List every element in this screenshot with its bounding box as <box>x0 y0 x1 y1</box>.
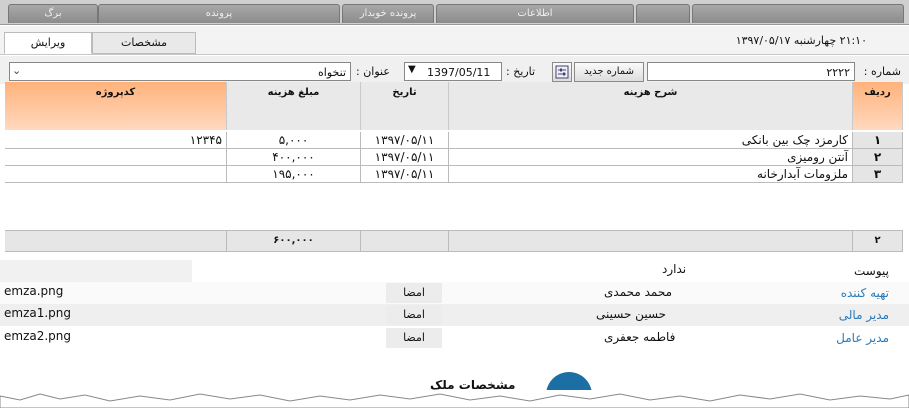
table-cell-description[interactable]: ملزومات آبدارخانه <box>449 166 853 183</box>
info-strip <box>0 260 192 282</box>
preparer-signature-file[interactable]: emza.png <box>4 284 63 298</box>
table-cell-amount[interactable]: ۵,۰۰۰ <box>227 132 361 149</box>
column-header-amount[interactable]: مبلغ هزینه <box>227 82 361 130</box>
footer-total-amount: ۶۰۰,۰۰۰ <box>227 231 361 251</box>
preparer-name: محمد محمدی <box>604 285 673 299</box>
top-tab-barg[interactable]: برگ <box>8 4 98 23</box>
date-dropdown-chevron-icon[interactable]: ▼ <box>408 64 416 75</box>
table-cell-description[interactable]: کارمزد چک بین بانکی <box>449 132 853 149</box>
date-input[interactable]: 1397/05/11 <box>404 62 502 81</box>
finance-manager-name: حسین حسینی <box>596 307 667 321</box>
torn-edge-bottom <box>0 390 909 408</box>
top-tab-parvande-khodro[interactable]: پرونده خوبدار <box>342 4 434 23</box>
finance-sign-label: امضا <box>386 305 442 325</box>
footer-row-count: ۲ <box>853 231 903 251</box>
footer-cell-project <box>5 231 227 251</box>
table-cell-description[interactable]: آنتن رومیزی <box>449 149 853 166</box>
attachment-value: ندارد <box>662 262 687 276</box>
table-row-number[interactable]: ۳ <box>853 166 903 183</box>
table-cell-amount[interactable]: ۱۹۵,۰۰۰ <box>227 166 361 183</box>
title-label: عنوان : <box>356 65 390 78</box>
column-header-date[interactable]: تاریخ <box>361 82 449 130</box>
footer-cell-description <box>449 231 853 251</box>
table-cell-amount[interactable]: ۴۰۰,۰۰۰ <box>227 149 361 166</box>
date-value: 1397/05/11 <box>427 66 491 79</box>
top-tab-empty-1[interactable] <box>636 4 690 23</box>
preparer-sign-label: امضا <box>386 283 442 303</box>
table-row-number[interactable]: ۱ <box>853 132 903 149</box>
finance-manager-label[interactable]: مدیر مالی <box>839 308 889 322</box>
column-header-project-code[interactable]: کدپروژه <box>5 82 227 130</box>
title-select[interactable]: تنخواه <box>9 62 351 81</box>
new-number-button[interactable]: شماره جدید <box>574 62 644 82</box>
number-settings-button[interactable] <box>552 62 572 82</box>
table-row-number[interactable]: ۲ <box>853 149 903 166</box>
ceo-name: فاطمه جعفری <box>604 330 676 344</box>
footer-cell-date <box>361 231 449 251</box>
table-cell-project-code[interactable] <box>5 149 227 166</box>
finance-row <box>0 304 909 326</box>
attachment-label: پیوست <box>854 264 889 278</box>
table-cell-project-code[interactable] <box>5 166 227 183</box>
tab-specs[interactable]: مشخصات <box>92 32 196 54</box>
title-select-chevron-icon[interactable]: ⌄ <box>12 64 21 77</box>
top-tab-parvande[interactable]: پرونده <box>98 4 340 23</box>
ceo-signature-file[interactable]: emza2.png <box>4 329 71 343</box>
window: برگ پرونده پرونده خوبدار اطلاعات ویرایش … <box>0 0 909 408</box>
preparer-row <box>0 282 909 304</box>
tab-edit[interactable]: ویرایش <box>4 32 92 54</box>
number-input[interactable]: ۲۲۲۲ <box>647 62 855 81</box>
table-cell-date[interactable]: ۱۳۹۷/۰۵/۱۱ <box>361 149 449 166</box>
column-header-row[interactable]: ردیف <box>853 82 903 130</box>
number-label: شماره : <box>863 65 901 78</box>
top-tab-empty-2[interactable] <box>692 4 904 23</box>
ceo-sign-label: امضا <box>386 328 442 348</box>
settings-icon <box>555 65 569 79</box>
ceo-label[interactable]: مدیر عامل <box>836 331 889 345</box>
header-datetime: ۲۱:۱۰ چهارشنبه ۱۳۹۷/۰۵/۱۷ <box>735 34 867 47</box>
table-cell-date[interactable]: ۱۳۹۷/۰۵/۱۱ <box>361 132 449 149</box>
column-header-description[interactable]: شرح هزینه <box>449 82 853 130</box>
table-footer: ۶۰۰,۰۰۰ ۲ <box>5 230 903 252</box>
table-cell-project-code[interactable]: ۱۲۳۴۵ <box>5 132 227 149</box>
table-cell-date[interactable]: ۱۳۹۷/۰۵/۱۱ <box>361 166 449 183</box>
top-tab-strip: برگ پرونده پرونده خوبدار اطلاعات <box>0 0 909 25</box>
finance-signature-file[interactable]: emza1.png <box>4 306 71 320</box>
preparer-label[interactable]: تهیه کننده <box>841 286 889 300</box>
date-label: تاریخ : <box>506 65 536 78</box>
top-tab-etelaat[interactable]: اطلاعات <box>436 4 634 23</box>
